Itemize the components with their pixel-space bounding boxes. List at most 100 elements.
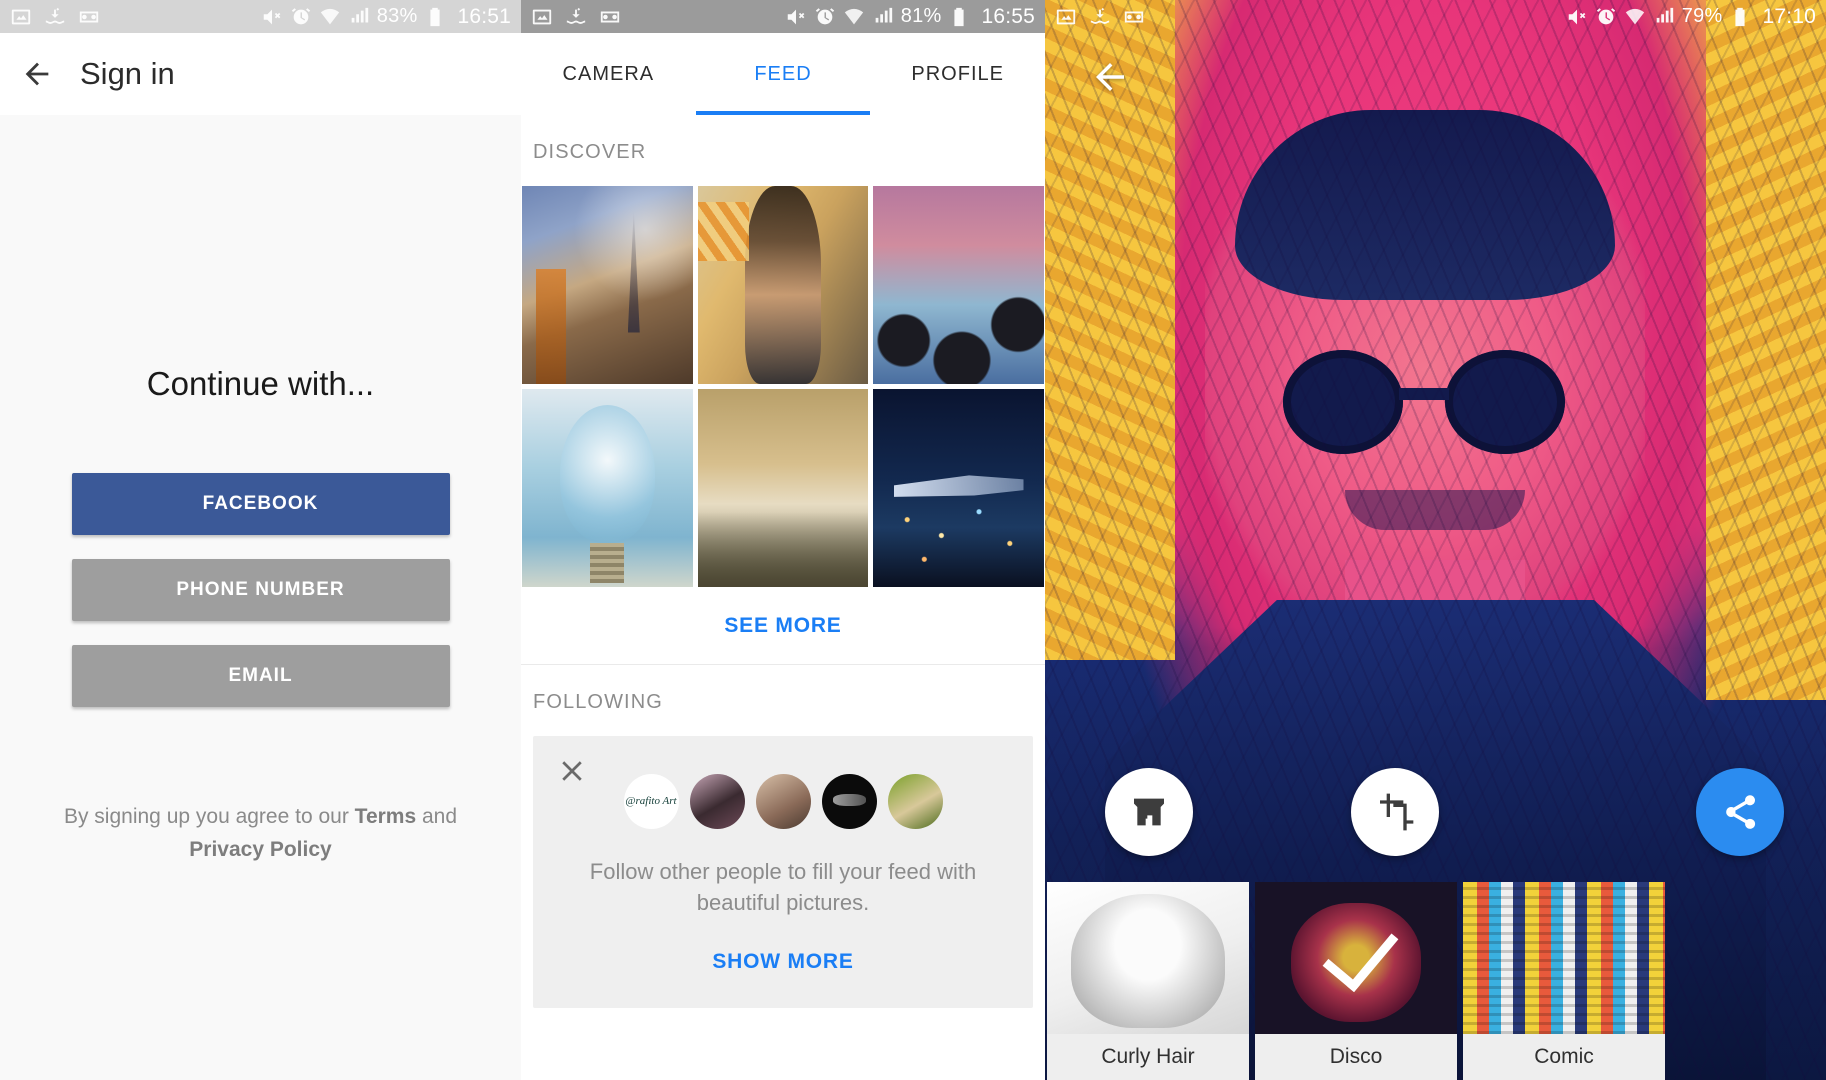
avatar-user-4[interactable] xyxy=(821,774,877,829)
wifi-icon xyxy=(843,6,865,28)
status-bar-right-icons: 81% 16:55 xyxy=(785,5,1035,29)
alarm-icon xyxy=(814,6,836,28)
download-hand-icon xyxy=(44,6,66,28)
signal-icon xyxy=(872,6,894,28)
share-button[interactable] xyxy=(1696,768,1784,856)
signal-icon xyxy=(1653,6,1675,28)
filter-thumbnail xyxy=(1463,882,1665,1034)
close-icon[interactable] xyxy=(557,756,587,786)
status-bar-right-icons: 83% 16:51 xyxy=(261,5,511,29)
status-bar-filter-preview: 79% 17:10 xyxy=(1045,0,1826,33)
terms-link[interactable]: Terms xyxy=(355,805,416,828)
image-icon xyxy=(1055,6,1077,28)
avatar-caption: @rafito Art xyxy=(625,794,677,807)
mute-vibrate-icon xyxy=(785,6,807,28)
avatar-user-3[interactable] xyxy=(755,774,811,829)
phone-number-button[interactable]: PHONE NUMBER xyxy=(71,559,450,621)
clock-label: 16:51 xyxy=(457,4,511,28)
clock-label: 16:55 xyxy=(981,4,1035,28)
download-hand-icon xyxy=(565,6,587,28)
email-button[interactable]: EMAIL xyxy=(71,645,450,707)
filter-comic[interactable]: Comic xyxy=(1463,882,1665,1080)
discover-tile-dunes[interactable] xyxy=(697,389,869,587)
tab-camera[interactable]: CAMERA xyxy=(521,33,696,115)
crop-icon xyxy=(1380,793,1414,831)
avatar-rafito-art[interactable]: @rafito Art xyxy=(623,774,679,829)
status-bar-signin: 83% 16:51 xyxy=(0,0,521,33)
terms-text: By signing up you agree to our Terms and… xyxy=(61,800,461,866)
signin-body: Continue with... FACEBOOK PHONE NUMBER E… xyxy=(0,115,521,1080)
following-label: FOLLOWING xyxy=(533,691,663,713)
filter-label: Curly Hair xyxy=(1047,1034,1249,1080)
status-bar-left-icons xyxy=(531,6,621,28)
mute-vibrate-icon xyxy=(261,6,283,28)
tab-profile[interactable]: PROFILE xyxy=(870,33,1045,115)
filter-curly-hair[interactable]: Curly Hair xyxy=(1047,882,1249,1080)
alarm-icon xyxy=(290,6,312,28)
battery-percent-label: 81% xyxy=(900,5,942,27)
facebook-button[interactable]: FACEBOOK xyxy=(71,473,450,535)
voicemail-icon xyxy=(78,6,100,28)
status-bar-left-icons xyxy=(10,6,100,28)
discover-grid xyxy=(521,186,1045,587)
discover-tile-palms[interactable] xyxy=(873,186,1044,384)
screen-feed: 81% 16:55 CAMERA FEED PROFILE DISCOVER S… xyxy=(521,0,1045,1080)
status-bar-right-icons: 79% 17:10 xyxy=(1566,5,1816,29)
share-icon xyxy=(1726,795,1756,829)
see-more-button[interactable]: SEE MORE xyxy=(521,587,1045,665)
crop-button[interactable] xyxy=(1351,768,1439,856)
back-arrow-icon[interactable] xyxy=(20,57,54,91)
feed-body: DISCOVER SEE MORE FOLLOWING @rafito Art xyxy=(521,115,1045,1080)
voicemail-icon xyxy=(1123,6,1145,28)
show-more-button[interactable]: SHOW MORE xyxy=(551,950,1015,978)
filter-disco[interactable]: Disco xyxy=(1255,882,1457,1080)
signal-icon xyxy=(348,6,370,28)
status-bar-left-icons xyxy=(1055,6,1145,28)
wifi-icon xyxy=(319,6,341,28)
store-button[interactable] xyxy=(1105,768,1193,856)
battery-percent-label: 83% xyxy=(376,5,418,27)
screen-signin: 83% 16:51 Sign in Continue with... FACEB… xyxy=(0,0,521,1080)
filter-strip: Curly Hair Disco Comic xyxy=(1045,882,1826,1080)
screen-filter-preview: 79% 17:10 Curly Hair Disco Comic xyxy=(1045,0,1826,1080)
store-icon xyxy=(1134,798,1164,826)
follow-suggestion-message: Follow other people to fill your feed wi… xyxy=(589,859,977,916)
image-icon xyxy=(531,6,553,28)
terms-prefix: By signing up you agree to our xyxy=(63,805,355,828)
app-bar-signin: Sign in xyxy=(0,33,521,115)
avatar-list: @rafito Art xyxy=(551,774,1015,829)
terms-middle: and xyxy=(416,805,458,828)
status-bar-feed: 81% 16:55 xyxy=(521,0,1045,33)
battery-icon xyxy=(948,6,970,28)
mute-vibrate-icon xyxy=(1566,6,1588,28)
voicemail-icon xyxy=(599,6,621,28)
following-suggestion-card: @rafito Art Follow other people to fill … xyxy=(533,736,1033,1009)
three-panel-composite: 83% 16:51 Sign in Continue with... FACEB… xyxy=(0,0,1826,1080)
back-arrow-icon[interactable] xyxy=(1089,56,1131,98)
clock-label: 17:10 xyxy=(1762,4,1816,28)
discover-tile-airplane[interactable] xyxy=(873,389,1044,587)
avatar-user-5[interactable] xyxy=(887,774,943,829)
action-button-row xyxy=(1045,768,1826,860)
filter-thumbnail xyxy=(1255,882,1457,1034)
discover-label: DISCOVER xyxy=(533,141,647,163)
filter-thumbnail xyxy=(1047,882,1249,1034)
battery-percent-label: 79% xyxy=(1681,5,1723,27)
wifi-icon xyxy=(1624,6,1646,28)
continue-with-heading: Continue with... xyxy=(146,365,375,402)
image-icon xyxy=(10,6,32,28)
discover-tile-woman-poster[interactable] xyxy=(697,186,869,384)
tab-bar: CAMERA FEED PROFILE xyxy=(521,33,1045,115)
battery-icon xyxy=(1729,6,1751,28)
avatar-user-2[interactable] xyxy=(689,774,745,829)
privacy-policy-link[interactable]: Privacy Policy xyxy=(189,838,331,861)
discover-tile-bulb-ship[interactable] xyxy=(522,389,693,587)
battery-icon xyxy=(424,6,446,28)
discover-tile-paris[interactable] xyxy=(522,186,693,384)
filter-label: Disco xyxy=(1255,1034,1457,1080)
download-hand-icon xyxy=(1089,6,1111,28)
tab-feed[interactable]: FEED xyxy=(695,33,871,115)
page-title: Sign in xyxy=(80,56,175,91)
filter-label: Comic xyxy=(1463,1034,1665,1080)
alarm-icon xyxy=(1595,6,1617,28)
